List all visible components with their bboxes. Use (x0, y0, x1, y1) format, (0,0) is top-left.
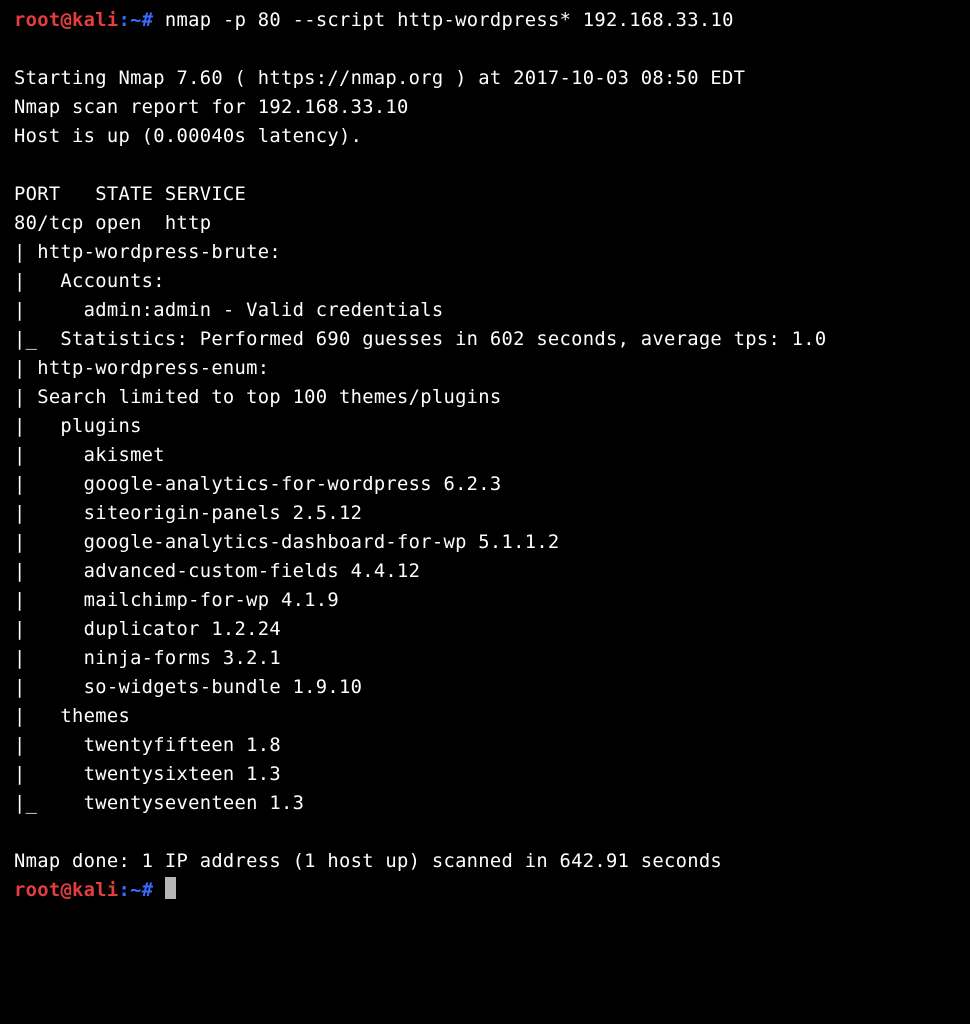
prompt-at: @ (60, 10, 72, 31)
prompt-space (153, 880, 165, 901)
output-line: Host is up (0.00040s latency). (14, 126, 362, 147)
output-line: | Accounts: (14, 271, 165, 292)
prompt-tilde: ~ (130, 880, 142, 901)
prompt-colon: : (118, 10, 130, 31)
output-line: | akismet (14, 445, 165, 466)
output-line: | mailchimp-for-wp 4.1.9 (14, 590, 339, 611)
output-line: | google-analytics-dashboard-for-wp 5.1.… (14, 532, 560, 553)
output-line: | http-wordpress-brute: (14, 242, 281, 263)
output-line: | themes (14, 706, 130, 727)
output-line: |_ Statistics: Performed 690 guesses in … (14, 329, 827, 350)
output-line: Nmap scan report for 192.168.33.10 (14, 97, 409, 118)
command-text: nmap -p 80 --script http-wordpress* 192.… (153, 10, 733, 31)
prompt-user: root (14, 880, 60, 901)
output-line: | http-wordpress-enum: (14, 358, 269, 379)
output-line: | plugins (14, 416, 142, 437)
prompt-at: @ (60, 880, 72, 901)
output-line: | advanced-custom-fields 4.4.12 (14, 561, 420, 582)
output-line: Starting Nmap 7.60 ( https://nmap.org ) … (14, 68, 745, 89)
cursor-icon (165, 877, 176, 899)
prompt-host: kali (72, 880, 118, 901)
prompt-user: root (14, 10, 60, 31)
output-line: |_ twentyseventeen 1.3 (14, 793, 304, 814)
prompt-hash: # (142, 10, 154, 31)
output-line: | google-analytics-for-wordpress 6.2.3 (14, 474, 502, 495)
prompt-line-1: root@kali:~# nmap -p 80 --script http-wo… (14, 10, 734, 31)
output-line: | admin:admin - Valid credentials (14, 300, 443, 321)
output-line: | so-widgets-bundle 1.9.10 (14, 677, 362, 698)
output-line: | ninja-forms 3.2.1 (14, 648, 281, 669)
prompt-line-2: root@kali:~# (14, 880, 176, 901)
output-line: 80/tcp open http (14, 213, 211, 234)
prompt-hash: # (142, 880, 154, 901)
output-line: Nmap done: 1 IP address (1 host up) scan… (14, 851, 722, 872)
prompt-colon: : (118, 880, 130, 901)
output-line: | duplicator 1.2.24 (14, 619, 281, 640)
output-line: | twentyfifteen 1.8 (14, 735, 281, 756)
terminal[interactable]: root@kali:~# nmap -p 80 --script http-wo… (0, 0, 970, 911)
prompt-host: kali (72, 10, 118, 31)
prompt-tilde: ~ (130, 10, 142, 31)
output-line: PORT STATE SERVICE (14, 184, 246, 205)
output-line: | twentysixteen 1.3 (14, 764, 281, 785)
output-line: | Search limited to top 100 themes/plugi… (14, 387, 502, 408)
output-line: | siteorigin-panels 2.5.12 (14, 503, 362, 524)
